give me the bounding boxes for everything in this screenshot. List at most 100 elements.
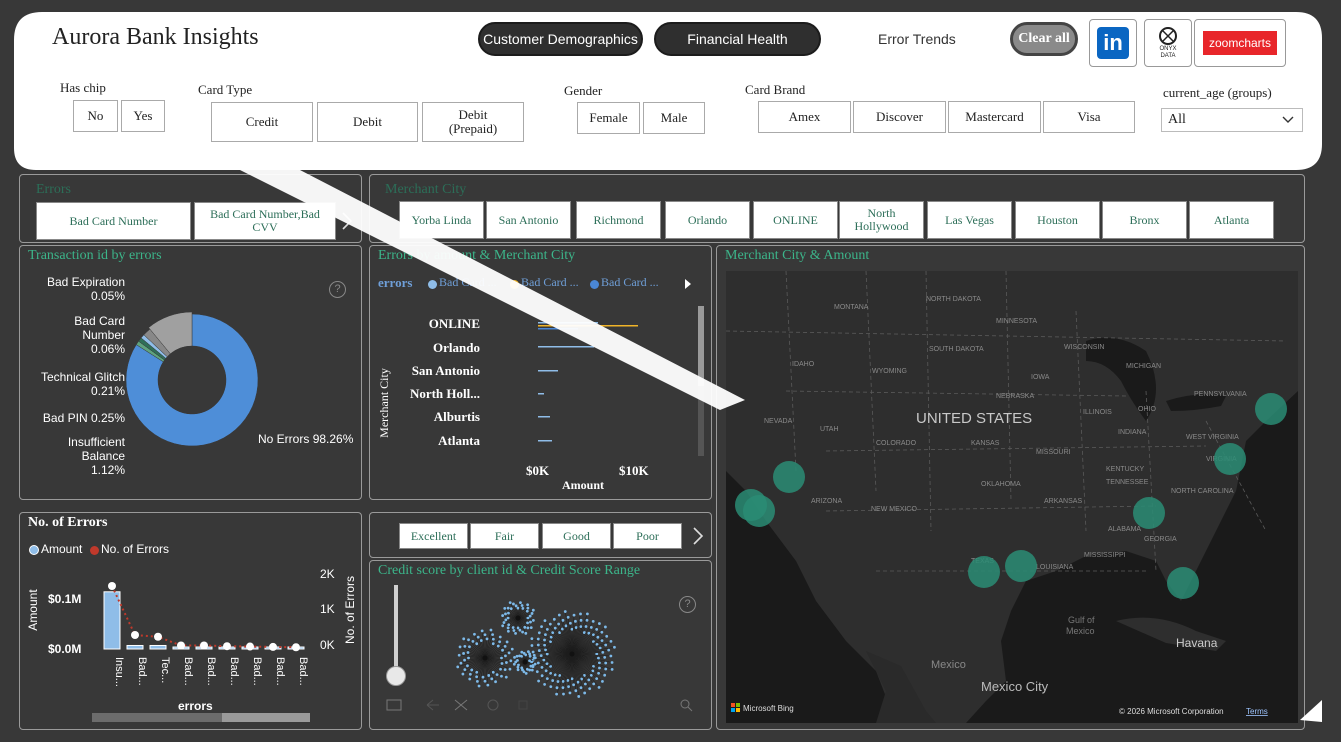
network-node[interactable] [516,668,520,672]
network-node[interactable] [491,637,495,641]
network-node[interactable] [568,621,572,625]
network-node[interactable] [537,679,541,683]
network-node[interactable] [543,638,546,642]
network-node[interactable] [516,606,520,610]
errors-point[interactable] [269,642,277,651]
network-node[interactable] [610,668,614,671]
bar-mark[interactable] [538,370,558,372]
network-node[interactable] [549,685,553,689]
network-node[interactable] [595,677,599,681]
bar-legend-item[interactable]: Bad Card ... [601,275,659,290]
network-node[interactable] [596,635,600,639]
errors-point[interactable] [246,642,254,651]
network-node[interactable] [463,668,467,672]
network-node[interactable] [604,643,608,647]
network-node[interactable] [515,654,519,658]
network-node[interactable] [502,621,506,624]
errors-point[interactable] [131,631,139,639]
network-node[interactable] [589,626,593,629]
network-node[interactable] [459,661,463,665]
network-node[interactable] [462,652,465,655]
network-node[interactable] [566,615,570,619]
bar-mark[interactable] [538,393,544,395]
network-node[interactable] [530,668,534,672]
network-node[interactable] [483,633,487,637]
city-bubble[interactable] [968,556,1000,588]
network-node[interactable] [556,680,560,683]
network-node[interactable] [579,686,583,690]
network-node[interactable] [584,625,588,628]
card-brand-discover[interactable]: Discover [853,101,946,133]
network-node[interactable] [461,672,465,676]
bar-mark[interactable] [538,322,598,324]
network-node[interactable] [491,642,495,646]
network-node[interactable] [468,645,471,649]
network-node[interactable] [513,655,516,659]
network-node[interactable] [567,685,570,689]
network-node[interactable] [499,667,502,671]
errors-scrollbar[interactable] [92,713,310,722]
network-node[interactable] [540,674,544,678]
city-bubble[interactable] [1133,497,1165,529]
network-node[interactable] [601,650,605,654]
bar-scrollbar[interactable] [698,306,704,456]
network-node[interactable] [491,633,495,637]
network-node[interactable] [498,635,502,639]
network-node[interactable] [475,670,479,674]
network-node[interactable] [609,639,613,643]
onyx-data-logo[interactable]: ONYX DATA [1144,19,1192,67]
network-node[interactable] [477,684,481,688]
network-node[interactable] [536,637,540,641]
credit-range-option[interactable]: Excellent [399,523,468,549]
network-node[interactable] [514,604,518,608]
card-type-debit-prepaid[interactable]: Debit (Prepaid) [422,102,524,142]
network-node[interactable] [597,685,601,689]
bar-legend-item[interactable]: Bad Card ... [439,275,497,290]
network-node[interactable] [530,612,534,615]
bar-mark[interactable] [538,325,638,327]
network-node[interactable] [592,682,596,686]
network-node[interactable] [476,635,480,639]
city-bubble[interactable] [1214,443,1246,475]
network-node[interactable] [544,669,548,673]
network-node[interactable] [603,673,607,677]
network-node[interactable] [529,620,532,624]
merchant-city-option[interactable]: Orlando [665,201,750,239]
network-node[interactable] [506,629,510,633]
network-node[interactable] [466,664,469,668]
chevron-right-icon[interactable] [341,212,353,230]
network-node[interactable] [557,613,561,617]
network-node[interactable] [564,624,568,628]
network-node[interactable] [586,612,589,616]
zoom-slider-track[interactable] [394,585,398,677]
card-brand-visa[interactable]: Visa [1043,101,1135,133]
network-node[interactable] [595,652,599,656]
network-node[interactable] [486,683,490,687]
errors-point[interactable] [223,642,231,651]
network-node[interactable] [526,626,530,630]
network-node[interactable] [457,653,461,657]
zoomcharts-logo[interactable]: zoomcharts [1194,19,1286,67]
network-node[interactable] [473,632,476,636]
merchant-city-option[interactable]: Atlanta [1189,201,1274,239]
network-node[interactable] [505,640,509,644]
tab-error-trends[interactable]: Error Trends [878,31,956,47]
network-node[interactable] [539,654,543,658]
network-node[interactable] [503,606,507,610]
network-chart[interactable] [450,586,650,706]
network-node[interactable] [552,617,556,621]
us-map[interactable]: MONTANA NORTH DAKOTA MINNESOTA SOUTH DAKOTA… [726,271,1298,723]
network-node[interactable] [516,626,520,630]
network-node[interactable] [603,625,607,629]
network-node[interactable] [598,646,602,650]
network-node[interactable] [574,619,577,623]
network-node[interactable] [507,611,510,615]
network-node[interactable] [504,654,507,658]
network-node[interactable] [531,650,535,654]
network-node[interactable] [512,629,516,632]
network-node[interactable] [526,616,530,620]
network-node[interactable] [487,674,491,677]
network-node[interactable] [525,667,529,671]
network-node[interactable] [610,661,614,664]
network-node[interactable] [507,623,511,627]
